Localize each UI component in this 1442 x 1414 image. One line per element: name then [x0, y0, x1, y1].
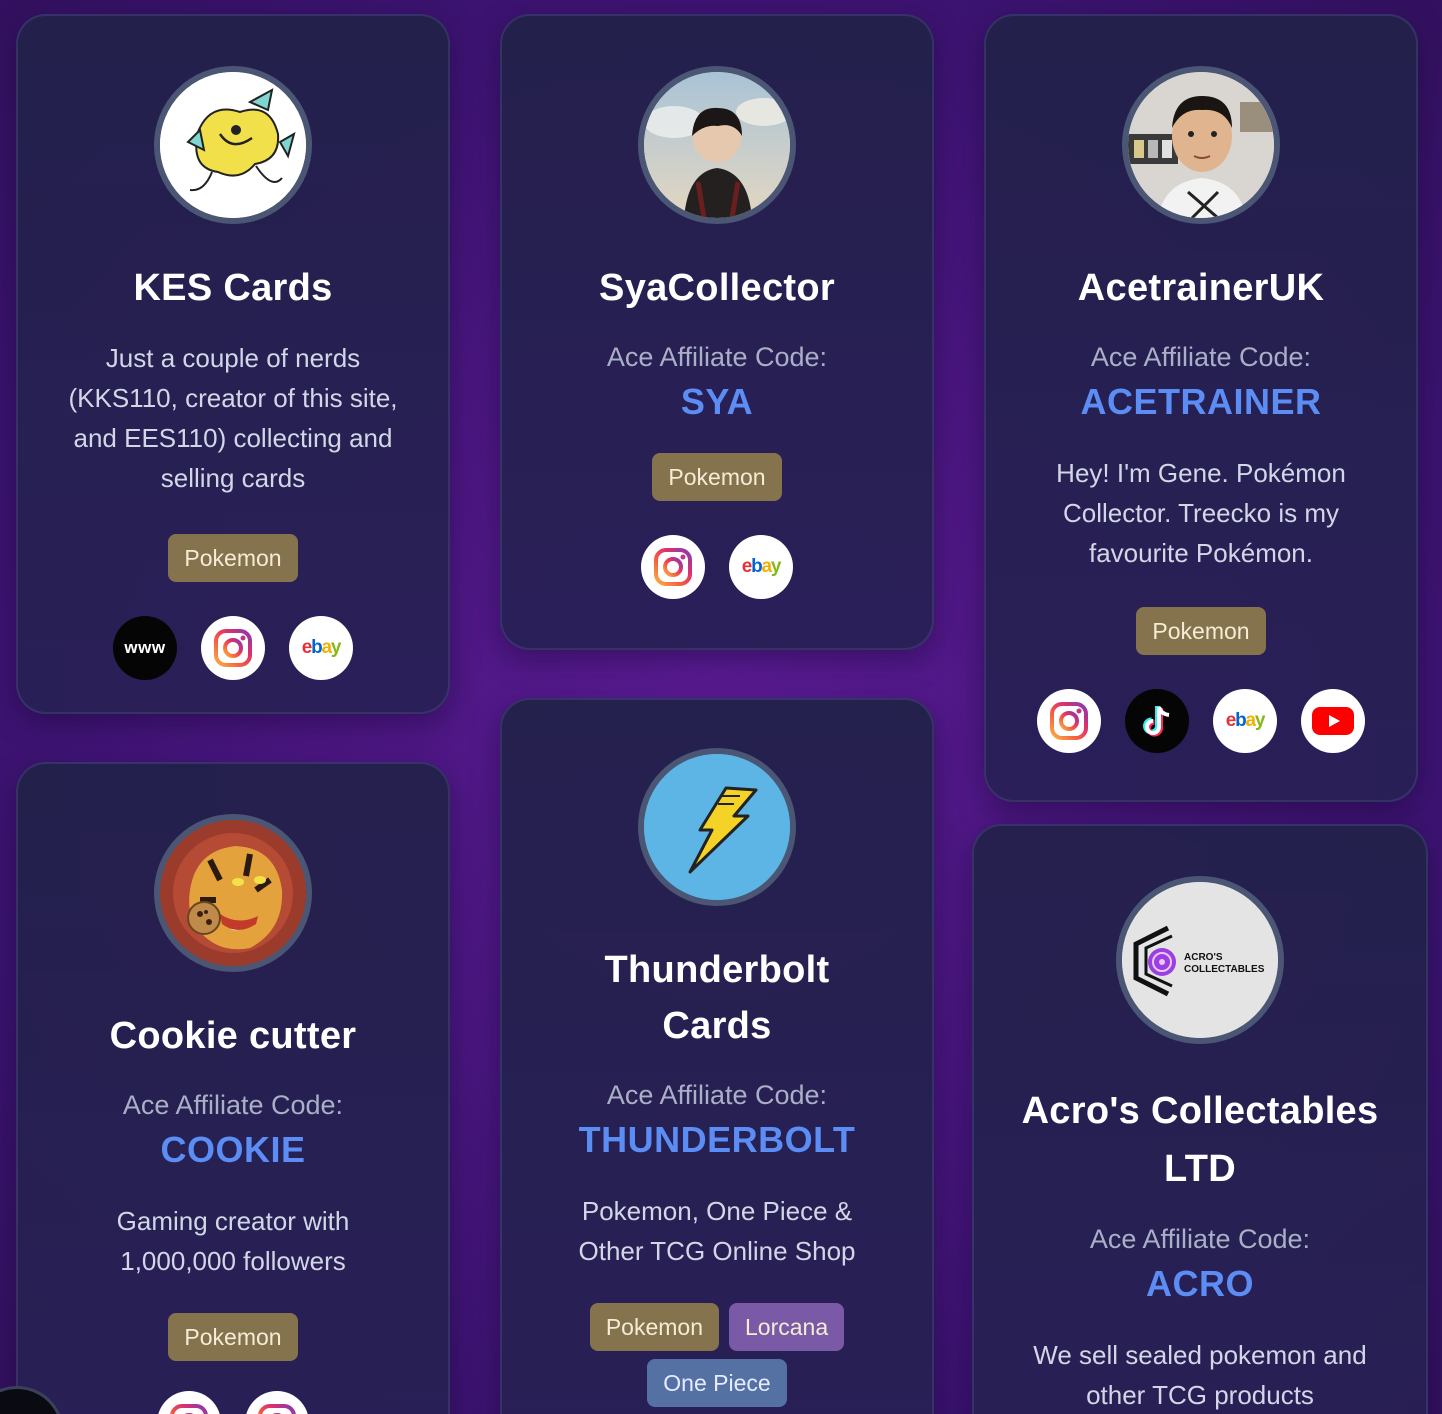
avatar [638, 748, 796, 906]
creator-name: SyaCollector [599, 267, 835, 309]
creator-description: Hey! I'm Gene. Pokémon Collector. Treeck… [1056, 458, 1346, 568]
instagram-icon[interactable] [1037, 689, 1101, 753]
svg-text:ACRO'S: ACRO'S [1184, 952, 1223, 963]
tag-list: Pokemon Lorcana One Piece [567, 1303, 867, 1407]
avatar [1122, 66, 1280, 224]
creator-description: Pokemon, One Piece & Other TCG Online Sh… [578, 1196, 856, 1266]
tag-list: Pokemon [168, 534, 298, 582]
creator-name: AcetrainerUK [1077, 267, 1325, 309]
creator-card-acro: ACRO'S COLLECTABLES Acro's Collectables … [972, 824, 1428, 1414]
affiliate-code-label: Ace Affiliate Code: [1089, 1224, 1311, 1254]
tag-pokemon[interactable]: Pokemon [168, 1313, 298, 1361]
affiliate-code[interactable]: THUNDERBOLT [579, 1119, 856, 1161]
social-links: www ebay [113, 616, 353, 680]
instagram-icon[interactable] [641, 535, 705, 599]
ebay-icon[interactable]: ebay [289, 616, 353, 680]
svg-text:COLLECTABLES: COLLECTABLES [1184, 964, 1265, 975]
creator-card-acetrainer: AcetrainerUK Ace Affiliate Code: ACETRAI… [984, 14, 1418, 802]
tag-pokemon[interactable]: Pokemon [589, 1303, 720, 1351]
avatar: ACRO'S COLLECTABLES [1116, 876, 1284, 1044]
affiliate-code[interactable]: ACRO [1146, 1263, 1254, 1305]
website-icon-label: www [124, 638, 166, 657]
creator-description: Gaming creator with 1,000,000 followers [116, 1206, 350, 1276]
tag-pokemon[interactable]: Pokemon [168, 534, 298, 582]
affiliate-code[interactable]: ACETRAINER [1080, 381, 1321, 423]
tiktok-icon[interactable] [1125, 689, 1189, 753]
creator-description: Just a couple of nerds (KKS110, creator … [68, 343, 398, 493]
instagram-icon[interactable] [245, 1391, 309, 1414]
tag-one-piece[interactable]: One Piece [647, 1359, 787, 1407]
creator-card-kes: KES Cards Just a couple of nerds (KKS110… [16, 14, 450, 714]
affiliate-code-label: Ace Affiliate Code: [606, 342, 828, 372]
avatar [638, 66, 796, 224]
creator-name: KES Cards [133, 267, 333, 309]
affiliate-code-label: Ace Affiliate Code: [606, 1080, 828, 1110]
avatar [154, 66, 312, 224]
tag-pokemon[interactable]: Pokemon [652, 453, 782, 501]
affiliate-code[interactable]: COOKIE [160, 1129, 305, 1171]
instagram-icon[interactable] [201, 616, 265, 680]
creator-card-cookie: Cookie cutter Ace Affiliate Code: COOKIE… [16, 762, 450, 1414]
social-links: ebay [1037, 689, 1365, 753]
creator-name: Acro's Collectables LTD [1021, 1090, 1379, 1190]
affiliate-code-label: Ace Affiliate Code: [122, 1090, 344, 1120]
creator-card-thunderbolt: Thunderbolt Cards Ace Affiliate Code: TH… [500, 698, 934, 1414]
ebay-icon-label: ebay [301, 637, 342, 658]
youtube-icon[interactable] [1301, 689, 1365, 753]
ebay-icon[interactable]: ebay [1213, 689, 1277, 753]
ebay-icon-label: ebay [741, 556, 782, 577]
tag-list: Pokemon [168, 1313, 298, 1361]
tag-list: Pokemon [1136, 607, 1266, 655]
social-links [157, 1391, 309, 1414]
instagram-icon[interactable] [157, 1391, 221, 1414]
avatar [154, 814, 312, 972]
website-icon[interactable]: www [113, 616, 177, 680]
affiliate-code-label: Ace Affiliate Code: [1090, 342, 1312, 372]
creator-name: Thunderbolt Cards [604, 949, 830, 1047]
tag-pokemon[interactable]: Pokemon [1136, 607, 1266, 655]
creator-description: We sell sealed pokemon and other TCG pro… [1033, 1340, 1367, 1410]
affiliate-code[interactable]: SYA [681, 381, 753, 423]
creator-name: Cookie cutter [109, 1015, 357, 1057]
ebay-icon[interactable]: ebay [729, 535, 793, 599]
tag-lorcana[interactable]: Lorcana [729, 1303, 845, 1351]
ebay-icon-label: ebay [1225, 710, 1266, 731]
tag-list: Pokemon [652, 453, 782, 501]
creator-card-sya: SyaCollector Ace Affiliate Code: SYA Pok… [500, 14, 934, 650]
social-links: ebay [641, 535, 793, 599]
